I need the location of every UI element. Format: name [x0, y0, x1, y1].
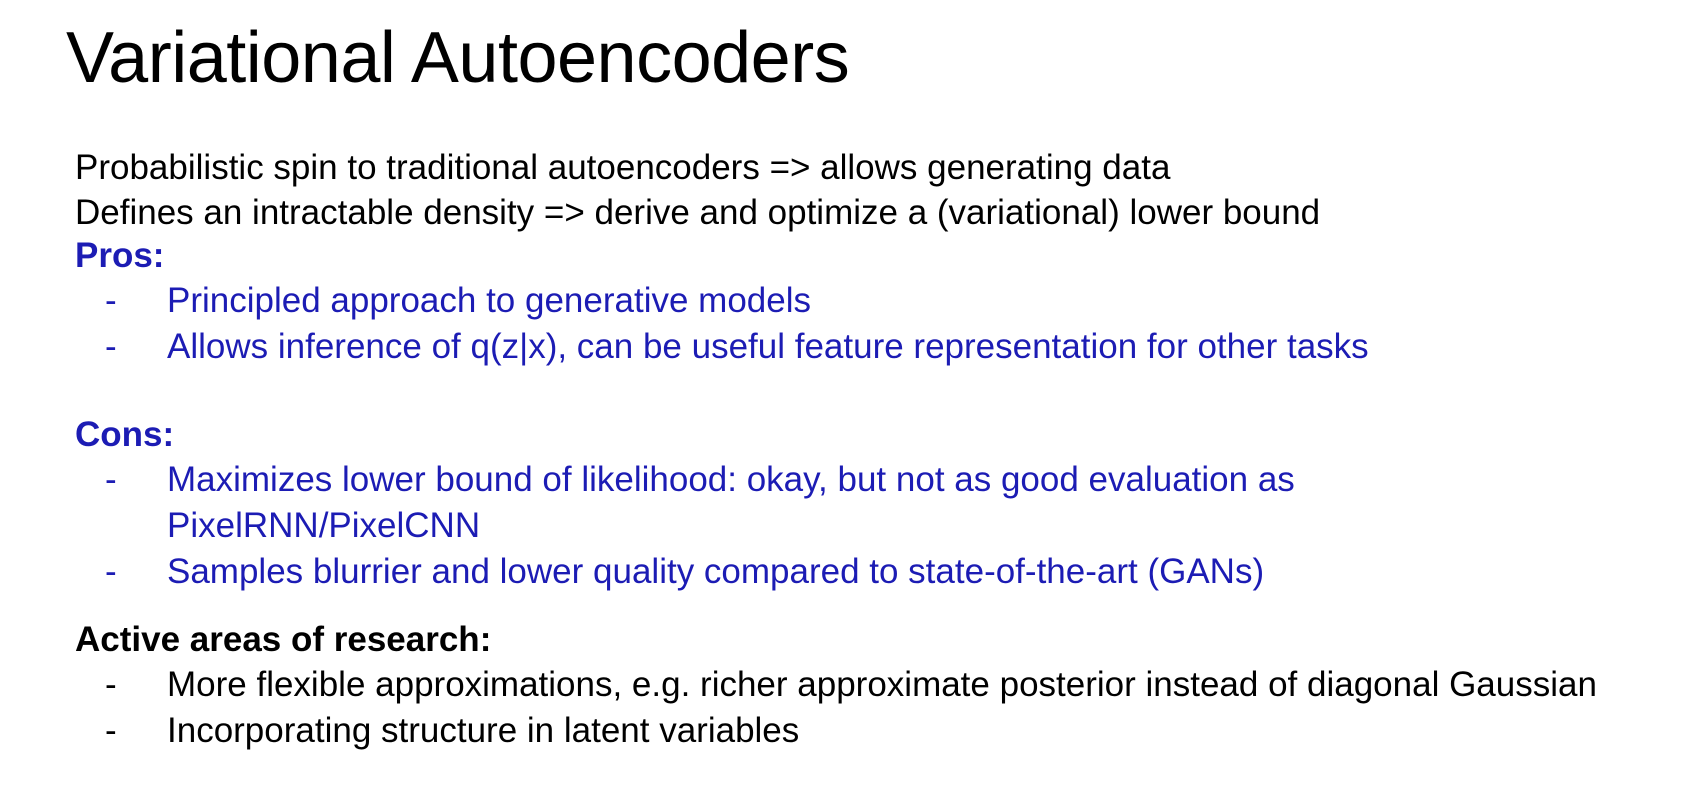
- bullet-dash: -: [105, 460, 117, 499]
- cons-item: - Samples blurrier and lower quality com…: [75, 549, 1475, 595]
- pros-item: - Principled approach to generative mode…: [75, 278, 1369, 324]
- cons-item: - Maximizes lower bound of likelihood: o…: [75, 457, 1475, 549]
- pros-section: Pros: - Principled approach to generativ…: [75, 233, 1369, 370]
- intro-line: Probabilistic spin to traditional autoen…: [75, 148, 1171, 187]
- cons-item-text: Samples blurrier and lower quality compa…: [167, 552, 1265, 591]
- research-item-text: More flexible approximations, e.g. riche…: [167, 665, 1597, 704]
- bullet-dash: -: [105, 711, 117, 750]
- research-item-text: Incorporating structure in latent variab…: [167, 711, 800, 750]
- intro-text: Probabilistic spin to traditional autoen…: [75, 145, 1320, 235]
- cons-heading: Cons:: [75, 415, 175, 454]
- pros-item-text: Principled approach to generative models: [167, 281, 811, 320]
- cons-section: Cons: - Maximizes lower bound of likelih…: [75, 412, 1475, 595]
- pros-list: - Principled approach to generative mode…: [75, 278, 1369, 370]
- pros-item-text: Allows inference of q(z|x), can be usefu…: [167, 327, 1369, 366]
- bullet-dash: -: [105, 552, 117, 591]
- slide-title: Variational Autoencoders: [66, 18, 850, 98]
- cons-list: - Maximizes lower bound of likelihood: o…: [75, 457, 1475, 595]
- cons-item-text: Maximizes lower bound of likelihood: oka…: [167, 460, 1295, 545]
- bullet-dash: -: [105, 281, 117, 320]
- research-list: - More flexible approximations, e.g. ric…: [75, 662, 1615, 754]
- pros-heading: Pros:: [75, 236, 165, 275]
- research-section: Active areas of research: - More flexibl…: [75, 617, 1615, 754]
- research-item: - More flexible approximations, e.g. ric…: [75, 662, 1615, 708]
- bullet-dash: -: [105, 665, 117, 704]
- bullet-dash: -: [105, 327, 117, 366]
- research-heading: Active areas of research:: [75, 620, 492, 659]
- pros-item: - Allows inference of q(z|x), can be use…: [75, 324, 1369, 370]
- intro-line: Defines an intractable density => derive…: [75, 193, 1321, 232]
- slide: Variational Autoencoders Probabilistic s…: [0, 0, 1692, 810]
- research-item: - Incorporating structure in latent vari…: [75, 708, 1615, 754]
